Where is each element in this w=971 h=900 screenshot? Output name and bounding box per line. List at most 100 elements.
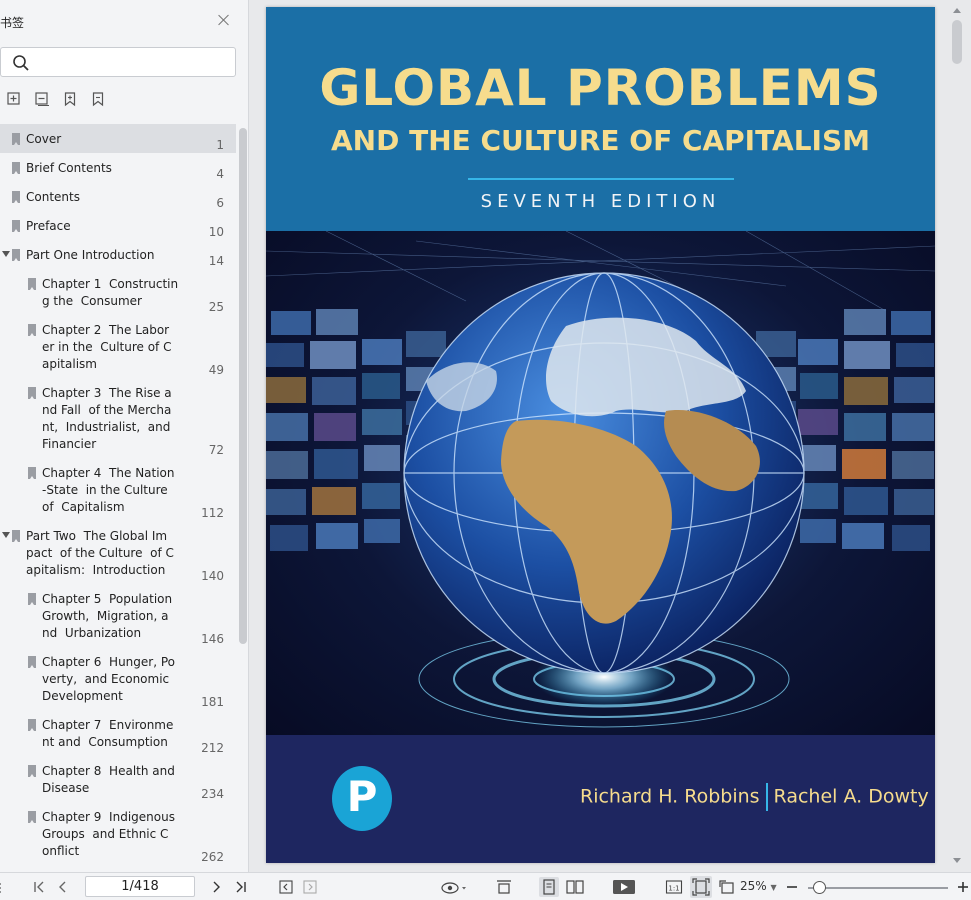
bookmark-label: Part One Introduction	[26, 248, 155, 262]
cover-divider	[468, 178, 734, 180]
bookmark-flag-icon	[28, 765, 36, 777]
bookmark-label: Cover	[26, 132, 62, 146]
bookmark-page-number: 140	[201, 569, 224, 583]
globe-artwork	[266, 231, 935, 728]
add-bookmark-icon[interactable]	[62, 91, 78, 107]
bookmark-flag-icon	[12, 220, 20, 232]
zoom-level[interactable]: 25% ▼	[740, 879, 777, 893]
bookmark-page-number: 181	[201, 695, 224, 709]
play-icon[interactable]	[612, 878, 636, 896]
bookmark-panel-header: 书签	[0, 12, 249, 34]
fit-width-icon[interactable]	[495, 878, 513, 896]
bookmark-item[interactable]: Preface 10	[0, 211, 236, 240]
bookmark-flag-icon	[28, 467, 36, 479]
bookmark-label: Chapter 8 Health and Disease	[42, 764, 175, 795]
bookmark-item[interactable]: Part One Introduction 14	[0, 240, 236, 269]
bookmark-flag-icon	[28, 593, 36, 605]
bookmark-item[interactable]: Cover 1	[0, 124, 236, 153]
actual-size-label: 1:1	[668, 885, 679, 893]
panel-handle-icon[interactable]	[0, 878, 6, 896]
bookmark-scrollbar[interactable]	[239, 128, 247, 644]
bookmark-item[interactable]: Part Two The Global Im pact of the Cultu…	[0, 521, 236, 584]
bookmark-page-number: 1	[216, 138, 224, 152]
bookmark-flag-icon	[28, 811, 36, 823]
bookmark-item[interactable]: Chapter 8 Health and Disease 234	[0, 756, 236, 802]
last-page-icon[interactable]	[232, 878, 248, 896]
bookmark-label: Brief Contents	[26, 161, 112, 175]
prev-page-icon[interactable]	[56, 878, 70, 896]
document-scrollbar-thumb[interactable]	[952, 20, 962, 64]
bookmark-label: Chapter 3 The Rise a nd Fall of the Merc…	[42, 386, 172, 451]
zoom-value: 25%	[740, 879, 767, 893]
cover-title-band: GLOBAL PROBLEMS AND THE CULTURE OF CAPIT…	[266, 7, 935, 231]
cover-authors: Richard H. Robbins Rachel A. Dowty	[580, 783, 929, 811]
bookmark-label: Contents	[26, 190, 80, 204]
bookmark-item[interactable]: Contents 6	[0, 182, 236, 211]
zoom-dropdown-icon[interactable]: ▼	[771, 883, 777, 892]
bookmark-label: Chapter 2 The Labor er in the Culture of…	[42, 323, 172, 371]
bookmark-search[interactable]	[0, 47, 236, 77]
bookmark-flag-icon	[28, 656, 36, 668]
bookmark-page-number: 234	[201, 787, 224, 801]
back-icon[interactable]	[278, 878, 294, 896]
expand-arrow-icon[interactable]	[2, 532, 10, 538]
bookmark-item[interactable]: Chapter 3 The Rise a nd Fall of the Merc…	[0, 378, 236, 458]
next-page-icon[interactable]	[209, 878, 223, 896]
first-page-icon[interactable]	[32, 878, 48, 896]
bookmark-flag-icon	[28, 719, 36, 731]
bookmark-flag-icon	[12, 191, 20, 203]
bookmark-label: Chapter 6 Hunger, Po verty, and Economic…	[42, 655, 176, 703]
scroll-down-icon[interactable]	[953, 858, 961, 863]
bookmark-panel: 书签 Cover 1 Brief Contents 4 Contents 6 P…	[0, 0, 249, 872]
fit-page-icon[interactable]	[690, 876, 712, 898]
expand-all-icon[interactable]	[6, 91, 22, 107]
bookmark-page-number: 72	[208, 443, 224, 457]
bookmark-item[interactable]: Chapter 7 Environme nt and Consumption 21…	[0, 710, 236, 756]
page-number-input[interactable]: 1/418	[85, 876, 195, 897]
bookmark-icon[interactable]	[90, 91, 106, 107]
author-1: Richard H. Robbins	[580, 785, 760, 808]
close-icon[interactable]	[216, 12, 232, 28]
view-mode-icon[interactable]	[440, 878, 468, 896]
bookmark-flag-icon	[12, 162, 20, 174]
rotate-icon[interactable]	[718, 878, 736, 896]
bookmark-item[interactable]: Brief Contents 4	[0, 153, 236, 182]
bookmark-panel-title: 书签	[0, 16, 25, 30]
bookmark-flag-icon	[28, 324, 36, 336]
bookmark-page-number: 112	[201, 506, 224, 520]
cover-author-band: P Richard H. Robbins Rachel A. Dowty	[266, 735, 935, 863]
bookmark-flag-icon	[12, 133, 20, 145]
cover-edition: SEVENTH EDITION	[480, 191, 721, 212]
zoom-out-icon[interactable]	[785, 878, 799, 896]
single-page-icon[interactable]	[539, 877, 559, 897]
zoom-slider-knob[interactable]	[813, 881, 827, 894]
scroll-up-icon[interactable]	[953, 8, 961, 13]
bookmark-item[interactable]: Chapter 5 Population Growth, Migration, …	[0, 584, 236, 647]
zoom-in-icon[interactable]	[956, 878, 970, 896]
zoom-slider-track[interactable]	[808, 887, 948, 889]
bookmark-item[interactable]: Chapter 9 Indigenous Groups and Ethnic C…	[0, 802, 236, 865]
book-cover-page: GLOBAL PROBLEMS AND THE CULTURE OF CAPIT…	[266, 7, 935, 863]
bookmark-page-number: 4	[216, 167, 224, 181]
bookmark-item[interactable]: Chapter 1 Constructin g the Consumer 25	[0, 269, 236, 315]
bookmark-label: Chapter 5 Population Growth, Migration, …	[42, 592, 173, 640]
bookmark-label: Preface	[26, 219, 71, 233]
bookmark-item[interactable]: Chapter 4 The Nation -State in the Cultu…	[0, 458, 236, 521]
bookmark-label: Part Two The Global Im pact of the Cultu…	[26, 529, 174, 577]
actual-size-icon[interactable]: 1:1	[665, 878, 683, 896]
collapse-all-icon[interactable]	[34, 91, 50, 107]
bookmark-page-number: 262	[201, 850, 224, 864]
document-view[interactable]: GLOBAL PROBLEMS AND THE CULTURE OF CAPIT…	[250, 0, 971, 872]
bookmark-page-number: 146	[201, 632, 224, 646]
bookmark-item[interactable]: Chapter 2 The Labor er in the Culture of…	[0, 315, 236, 378]
author-2: Rachel A. Dowty	[773, 785, 929, 808]
bookmark-item[interactable]: Chapter 6 Hunger, Po verty, and Economic…	[0, 647, 236, 710]
author-separator	[765, 783, 768, 811]
cover-subtitle: AND THE CULTURE OF CAPITALISM	[331, 124, 870, 157]
two-page-icon[interactable]	[565, 878, 585, 896]
expand-arrow-icon[interactable]	[2, 251, 10, 257]
bookmark-search-input[interactable]	[35, 52, 225, 72]
bookmark-label: Chapter 4 The Nation -State in the Cultu…	[42, 466, 175, 514]
cover-title: GLOBAL PROBLEMS	[319, 59, 882, 117]
forward-icon[interactable]	[302, 878, 318, 896]
